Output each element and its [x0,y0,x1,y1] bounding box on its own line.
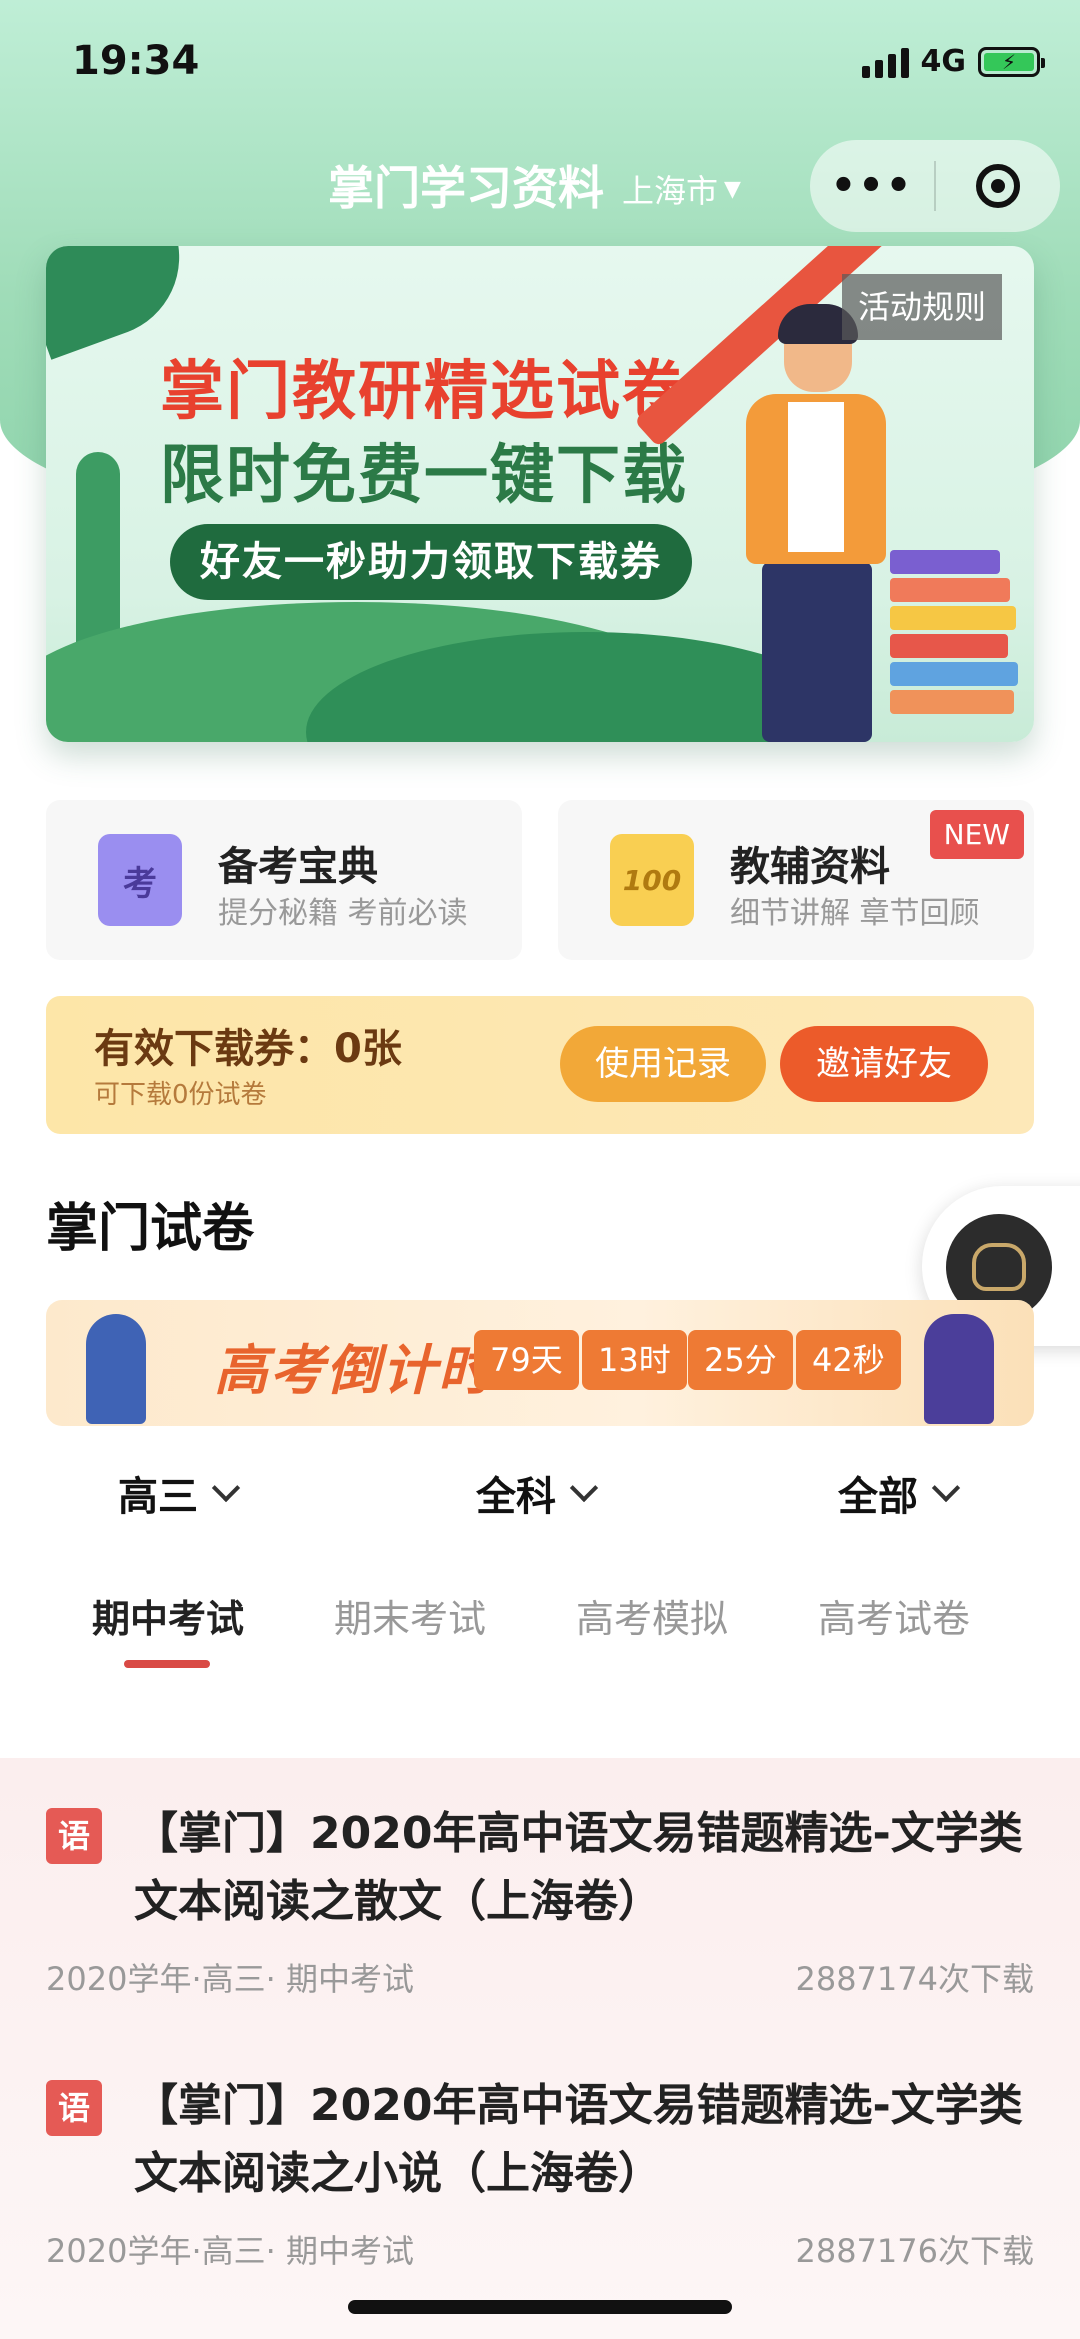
countdown-title: 高考倒计时 [214,1339,494,1402]
score-paper-icon: 100 [610,834,694,926]
active-tab-indicator [124,1660,210,1668]
exam-guide-card[interactable]: 考 备考宝典 提分秘籍 考前必读 [46,800,522,960]
home-indicator [348,2300,732,2314]
books-illustration [890,546,1020,714]
card-subtitle: 提分秘籍 考前必读 [218,896,468,931]
paper-meta: 2020学年·高三· 期中考试 [46,1960,414,1998]
gaokao-countdown-banner: 高考倒计时 79天 13时 25分 42秒 [46,1300,1034,1426]
chevron-down-icon [931,1473,961,1503]
download-count: 2887174次下载 [795,1960,1034,1998]
banner-headline: 掌门教研精选试卷 [160,355,688,429]
more-menu-button[interactable]: ••• [810,163,934,209]
coupon-count: 有效下载券：0张 [94,1026,402,1072]
city-selector[interactable]: 上海市 ▼ [622,166,741,212]
book-icon: 考 [98,834,182,926]
caret-down-icon: ▼ [724,176,741,202]
target-icon [976,164,1020,208]
signal-icon [861,46,909,78]
promo-banner[interactable]: 掌门教研精选试卷 限时免费一键下载 好友一秒助力领取下载券 活动规则 [46,246,1034,742]
download-coupon-panel: 有效下载券：0张 可下载0份试卷 使用记录 邀请好友 [46,996,1034,1134]
banner-pill: 好友一秒助力领取下载券 [170,524,692,600]
chevron-down-icon [211,1473,241,1503]
tab-mock-gaokao[interactable]: 高考模拟 [576,1588,728,1643]
paper-title: 【掌门】2020年高中语文易错题精选-文学类文本阅读之小说（上海卷） [134,2080,1023,2199]
network-type: 4G [920,44,967,79]
filter-label: 全部 [838,1474,918,1520]
invite-friends-button[interactable]: 邀请好友 [780,1026,988,1102]
subject-badge: 语 [46,2080,102,2136]
new-badge: NEW [929,810,1024,859]
page-title: 掌门学习资料 [328,161,604,215]
countdown-minutes: 25分 [688,1330,793,1390]
card-title: 备考宝典 [218,844,378,890]
status-time: 19:34 [72,38,200,84]
activity-rules-button[interactable]: 活动规则 [841,274,1002,340]
filter-label: 高三 [118,1474,198,1520]
filter-label: 全科 [476,1474,556,1520]
coupon-subtitle: 可下载0份试卷 [94,1080,267,1110]
cheering-figure-illustration [86,1314,146,1424]
banner-subheadline: 限时免费一键下载 [160,439,688,513]
paper-meta: 2020学年·高三· 期中考试 [46,2232,414,2270]
student-illustration [736,304,896,742]
subject-filter[interactable]: 全科 [476,1464,599,1522]
subject-badge: 语 [46,1808,102,1864]
city-label: 上海市 [622,172,719,210]
section-title: 掌门试卷 [46,1199,255,1259]
close-miniprogram-button[interactable] [936,164,1060,208]
card-title: 教辅资料 [730,844,890,890]
tab-final[interactable]: 期末考试 [334,1588,486,1643]
tab-gaokao-papers[interactable]: 高考试卷 [818,1588,970,1643]
type-filter[interactable]: 全部 [838,1464,961,1522]
countdown-days: 79天 [474,1330,579,1390]
battery-icon: ⚡ [978,46,1045,77]
grade-filter[interactable]: 高三 [118,1464,241,1522]
download-count: 2887176次下载 [795,2232,1034,2270]
countdown-hours: 13时 [582,1330,687,1390]
miniprogram-capsule: ••• [810,140,1060,232]
tutorial-materials-card[interactable]: 100 教辅资料 细节讲解 章节回顾 NEW [558,800,1034,960]
status-indicators: 4G ⚡ [861,44,1045,79]
tab-midterm[interactable]: 期中考试 [92,1588,244,1643]
card-subtitle: 细节讲解 章节回顾 [730,896,980,931]
cheering-figure-illustration [924,1314,994,1424]
paper-title: 【掌门】2020年高中语文易错题精选-文学类文本阅读之散文（上海卷） [134,1808,1023,1927]
countdown-seconds: 42秒 [796,1330,901,1390]
chevron-down-icon [569,1473,599,1503]
usage-record-button[interactable]: 使用记录 [560,1026,766,1102]
